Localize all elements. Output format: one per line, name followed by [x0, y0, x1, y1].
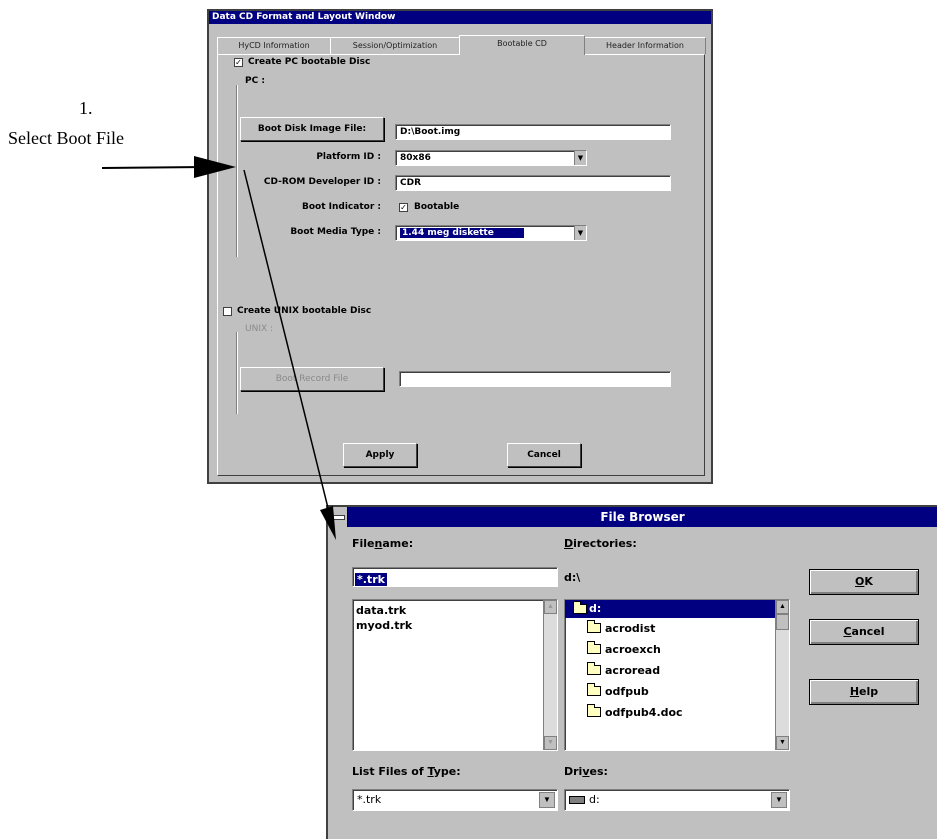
pointer-arrowhead: [194, 156, 236, 178]
annotation-arrows: [101, 156, 336, 540]
tab-bootable-cd[interactable]: Bootable CD: [459, 35, 585, 55]
link-arrowhead: [320, 506, 336, 540]
link-arrow-line: [243, 169, 332, 521]
pointer-arrow-line: [101, 166, 206, 169]
